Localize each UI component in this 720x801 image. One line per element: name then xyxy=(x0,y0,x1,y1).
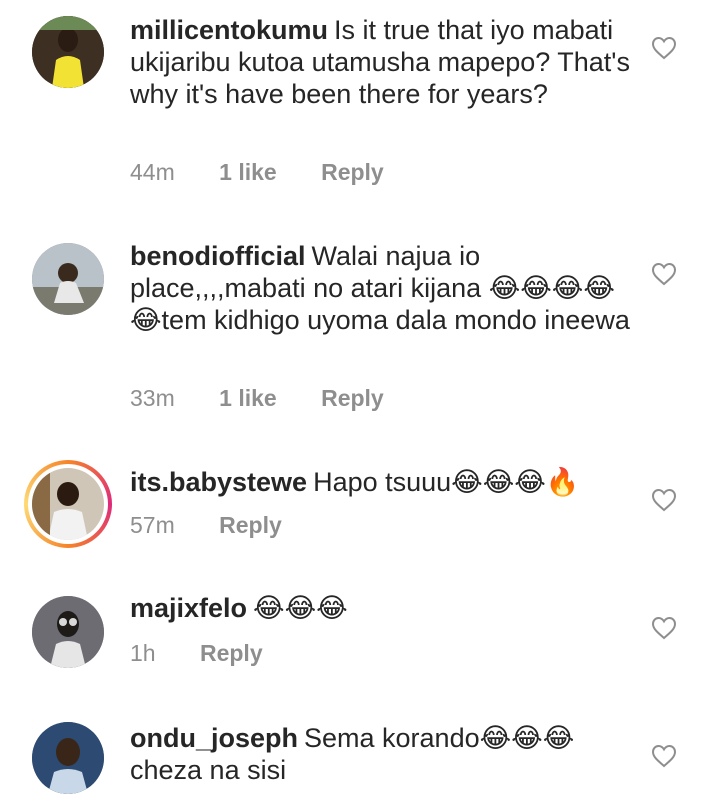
comment-body: 😂😂😂 xyxy=(253,593,348,623)
comment-body: Hapo tsuuu😂😂😂🔥 xyxy=(313,467,580,497)
username[interactable]: its.babystewe xyxy=(130,467,307,497)
comment-text: millicentokumu Is it true that iyo mabati… xyxy=(130,14,630,110)
avatar[interactable] xyxy=(32,596,104,668)
avatar[interactable] xyxy=(32,16,104,88)
username[interactable]: benodiofficial xyxy=(130,241,306,271)
reply-button[interactable]: Reply xyxy=(200,640,263,666)
heart-icon[interactable] xyxy=(651,488,677,512)
heart-icon[interactable] xyxy=(651,36,677,60)
like-count[interactable]: 1 like xyxy=(219,159,277,185)
avatar xyxy=(32,468,104,540)
like-count[interactable]: 1 like xyxy=(219,385,277,411)
username[interactable]: majixfelo xyxy=(130,593,247,623)
timestamp: 33m xyxy=(130,385,175,411)
comment-meta: 57m Reply xyxy=(130,512,320,539)
heart-icon[interactable] xyxy=(651,262,677,286)
comment-meta: 44m 1 like Reply xyxy=(130,159,422,186)
reply-button[interactable]: Reply xyxy=(321,159,384,185)
username[interactable]: ondu_joseph xyxy=(130,723,298,753)
heart-icon[interactable] xyxy=(651,616,677,640)
timestamp: 1h xyxy=(130,640,156,666)
comment-text: benodiofficial Walai najua io place,,,,ma… xyxy=(130,240,630,336)
comment-text: ondu_joseph Sema korando😂😂😂 cheza na sisi xyxy=(130,722,630,786)
reply-button[interactable]: Reply xyxy=(321,385,384,411)
avatar[interactable] xyxy=(32,243,104,315)
timestamp: 44m xyxy=(130,159,175,185)
heart-icon[interactable] xyxy=(651,744,677,768)
avatar[interactable] xyxy=(32,722,104,794)
avatar-ring-gap xyxy=(28,464,108,544)
username[interactable]: millicentokumu xyxy=(130,15,328,45)
avatar-story-ring[interactable] xyxy=(24,460,112,548)
timestamp: 57m xyxy=(130,512,175,538)
comment-meta: 1h Reply xyxy=(130,640,301,667)
comment-meta: 33m 1 like Reply xyxy=(130,385,422,412)
reply-button[interactable]: Reply xyxy=(219,512,282,538)
comment-text: majixfelo 😂😂😂 xyxy=(130,592,630,624)
comment-text: its.babystewe Hapo tsuuu😂😂😂🔥 xyxy=(130,466,630,498)
